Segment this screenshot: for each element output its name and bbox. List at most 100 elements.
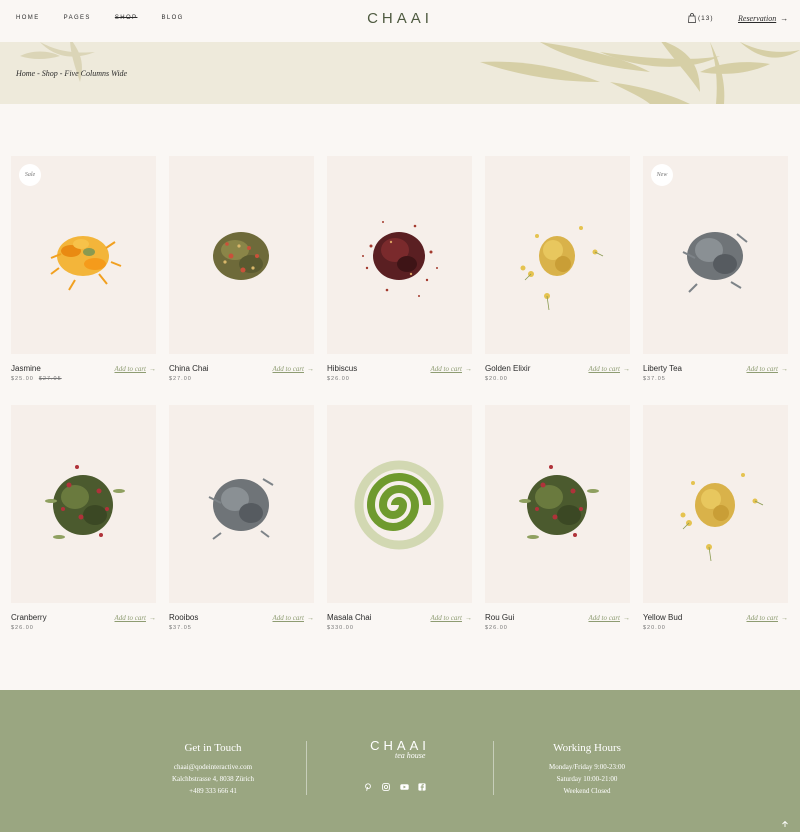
arrow-right-icon: → (465, 365, 472, 373)
product-image-hibiscus[interactable] (327, 156, 472, 354)
contact-email[interactable]: chaai@qodeinteractive.com (140, 761, 286, 773)
product-image-jasmine[interactable]: Sale (11, 156, 156, 354)
product-card[interactable]: Rou Gui $26.00 Add to cart → (485, 405, 630, 631)
hours-title: Working Hours (553, 742, 621, 754)
arrow-right-icon: → (149, 365, 156, 373)
product-price: $20.00 (643, 625, 666, 631)
add-to-cart-button[interactable]: Add to cart → (747, 365, 789, 373)
add-to-cart-button[interactable]: Add to cart → (115, 614, 157, 622)
current-price: $27.00 (169, 376, 192, 382)
product-card[interactable]: Cranberry $26.00 Add to cart → (11, 405, 156, 631)
product-image-china-chai[interactable] (169, 156, 314, 354)
product-name[interactable]: Yellow Bud (643, 613, 682, 622)
site-logo[interactable]: CHAAI (0, 10, 800, 27)
hours-saturday: Saturday 10:00-21:00 (556, 775, 618, 783)
arrow-right-icon: → (623, 365, 630, 373)
arrow-up-icon (782, 820, 788, 827)
product-price: $27.00 (169, 376, 192, 382)
arrow-right-icon: → (781, 365, 788, 373)
contact-address: Kalchbstrasse 4, 8038 Zürich (171, 775, 255, 783)
social-links (364, 778, 426, 791)
footer-logo[interactable]: CHAAI tea house (340, 738, 460, 760)
add-to-cart-button[interactable]: Add to cart → (115, 365, 157, 373)
add-to-cart-label: Add to cart (114, 365, 147, 373)
product-card[interactable]: Hibiscus $26.00 Add to cart → (327, 156, 472, 382)
add-to-cart-button[interactable]: Add to cart → (273, 614, 315, 622)
add-to-cart-button[interactable]: Add to cart → (589, 614, 631, 622)
arrow-right-icon: → (623, 614, 630, 622)
footer-logo-script: tea house (395, 751, 426, 760)
current-price: $37.05 (643, 376, 666, 382)
old-price: $27.05 (38, 376, 62, 382)
add-to-cart-label: Add to cart (272, 365, 305, 373)
reservation-label: Reservation (738, 14, 777, 23)
product-price: $37.05 (169, 625, 192, 631)
youtube-icon[interactable] (400, 778, 409, 790)
product-card[interactable]: China Chai $27.00 Add to cart → (169, 156, 314, 382)
product-name[interactable]: Rou Gui (485, 613, 514, 622)
add-to-cart-button[interactable]: Add to cart → (431, 365, 473, 373)
facebook-icon[interactable] (418, 778, 426, 791)
add-to-cart-label: Add to cart (272, 614, 305, 622)
product-price: $26.00 (485, 625, 508, 631)
hours-weekday: Monday/Friday 9:00-23:00 (548, 763, 626, 771)
page-title-banner: Home - Shop - Five Columns Wide (0, 42, 800, 104)
add-to-cart-button[interactable]: Add to cart → (747, 614, 789, 622)
add-to-cart-button[interactable]: Add to cart → (589, 365, 631, 373)
pinterest-icon[interactable] (364, 778, 372, 791)
hours-column: Working Hours Monday/Friday 9:00-23:00 S… (514, 690, 660, 797)
product-name[interactable]: Rooibos (169, 613, 198, 622)
arrow-right-icon: → (149, 614, 156, 622)
product-card[interactable]: Golden Elixir $20.00 Add to cart → (485, 156, 630, 382)
product-name[interactable]: Liberty Tea (643, 364, 682, 373)
add-to-cart-label: Add to cart (430, 614, 463, 622)
add-to-cart-button[interactable]: Add to cart → (431, 614, 473, 622)
cart-count: (13) (698, 14, 714, 22)
instagram-icon[interactable] (382, 778, 390, 791)
arrow-right-icon: → (780, 14, 789, 23)
footer-divider (493, 741, 494, 795)
add-to-cart-label: Add to cart (430, 365, 463, 373)
product-image-masala-chai[interactable] (327, 405, 472, 603)
add-to-cart-label: Add to cart (588, 614, 621, 622)
add-to-cart-label: Add to cart (114, 614, 147, 622)
current-price: $330.00 (327, 625, 354, 631)
product-price: $26.00 (327, 376, 350, 382)
scroll-top-button[interactable] (781, 820, 789, 830)
product-name[interactable]: Hibiscus (327, 364, 357, 373)
sale-badge: Sale (19, 164, 41, 186)
product-image-liberty-tea[interactable]: New (643, 156, 788, 354)
arrow-right-icon: → (781, 614, 788, 622)
hours-weekend: Weekend Closed (563, 787, 611, 795)
arrow-right-icon: → (307, 365, 314, 373)
product-image-rooibos[interactable] (169, 405, 314, 603)
contact-phone[interactable]: +489 333 666 41 (140, 785, 286, 797)
product-card[interactable]: Sale Jasmine $25.00 $27.05 Add to cart → (11, 156, 156, 382)
product-name[interactable]: Jasmine (11, 364, 41, 373)
product-name[interactable]: Masala Chai (327, 613, 371, 622)
product-name[interactable]: Cranberry (11, 613, 47, 622)
product-image-golden-elixir[interactable] (485, 156, 630, 354)
current-price: $26.00 (485, 625, 508, 631)
product-price: $330.00 (327, 625, 354, 631)
product-name[interactable]: Golden Elixir (485, 364, 530, 373)
product-name[interactable]: China Chai (169, 364, 209, 373)
footer-divider (306, 741, 307, 795)
new-badge: New (651, 164, 673, 186)
cart-button[interactable]: (13) (688, 13, 714, 23)
product-card[interactable]: Rooibos $37.05 Add to cart → (169, 405, 314, 631)
current-price: $26.00 (11, 625, 34, 631)
product-image-rou-gui[interactable] (485, 405, 630, 603)
current-price: $37.05 (169, 625, 192, 631)
product-card[interactable]: Yellow Bud $20.00 Add to cart → (643, 405, 788, 631)
add-to-cart-button[interactable]: Add to cart → (273, 365, 315, 373)
product-card[interactable]: New Liberty Tea $37.05 Add to cart → (643, 156, 788, 382)
product-card[interactable]: Masala Chai $330.00 Add to cart → (327, 405, 472, 631)
product-image-yellow-bud[interactable] (643, 405, 788, 603)
current-price: $25.00 (11, 376, 34, 382)
site-header: Home Pages Shop Blog CHAAI (13) Reservat… (0, 0, 800, 42)
add-to-cart-label: Add to cart (746, 365, 779, 373)
reservation-link[interactable]: Reservation → (738, 14, 788, 23)
product-image-cranberry[interactable] (11, 405, 156, 603)
contact-column: Get in Touch chaai@qodeinteractive.com K… (140, 690, 286, 797)
